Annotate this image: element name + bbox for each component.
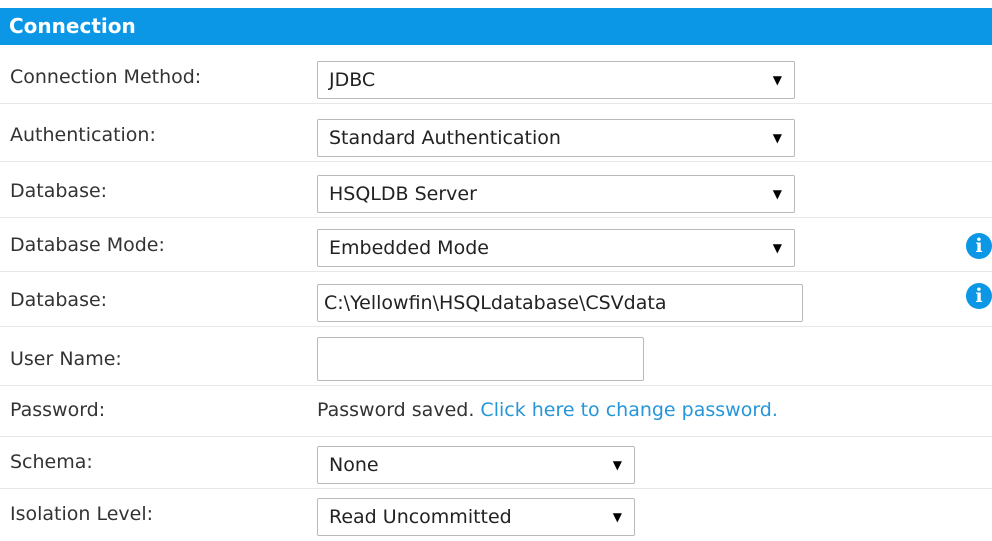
connection-method-label: Connection Method: <box>10 66 202 88</box>
database-path-input[interactable]: C:\Yellowfin\HSQLdatabase\CSVdata <box>317 284 803 322</box>
change-password-link[interactable]: Click here to change password. <box>480 399 778 421</box>
database-mode-row: Database Mode: Embedded Mode ▼ i <box>0 220 992 272</box>
authentication-select[interactable]: Standard Authentication ▼ <box>317 119 795 157</box>
user-name-row: User Name: <box>0 334 992 386</box>
dropdown-arrow-icon: ▼ <box>772 73 782 87</box>
schema-row: Schema: None ▼ <box>0 437 992 489</box>
database-mode-value: Embedded Mode <box>329 237 489 259</box>
authentication-label: Authentication: <box>10 124 156 146</box>
info-icon[interactable]: i <box>966 283 992 309</box>
user-name-label: User Name: <box>10 348 122 370</box>
info-icon[interactable]: i <box>966 233 992 259</box>
database-row: Database: HSQLDB Server ▼ <box>0 166 992 218</box>
dropdown-arrow-icon: ▼ <box>772 131 782 145</box>
schema-value: None <box>329 454 379 476</box>
dropdown-arrow-icon: ▼ <box>772 187 782 201</box>
password-status: Password saved. Click here to change pas… <box>317 385 778 436</box>
authentication-value: Standard Authentication <box>329 127 561 149</box>
password-saved-text: Password saved. <box>317 399 475 421</box>
connection-method-select[interactable]: JDBC ▼ <box>317 61 795 99</box>
password-row: Password: Password saved. Click here to … <box>0 385 992 437</box>
isolation-level-value: Read Uncommitted <box>329 506 512 528</box>
connection-section-header: Connection <box>0 8 992 45</box>
database-mode-select[interactable]: Embedded Mode ▼ <box>317 229 795 267</box>
database-mode-label: Database Mode: <box>10 234 165 256</box>
database-path-value: C:\Yellowfin\HSQLdatabase\CSVdata <box>324 292 667 314</box>
dropdown-arrow-icon: ▼ <box>772 241 782 255</box>
isolation-level-row: Isolation Level: Read Uncommitted ▼ <box>0 489 992 541</box>
schema-label: Schema: <box>10 451 93 473</box>
database-path-label: Database: <box>10 289 108 311</box>
database-label: Database: <box>10 180 108 202</box>
authentication-row: Authentication: Standard Authentication … <box>0 110 992 162</box>
connection-method-row: Connection Method: JDBC ▼ <box>0 52 992 104</box>
dropdown-arrow-icon: ▼ <box>612 510 622 524</box>
schema-select[interactable]: None ▼ <box>317 446 635 484</box>
database-select[interactable]: HSQLDB Server ▼ <box>317 175 795 213</box>
isolation-level-select[interactable]: Read Uncommitted ▼ <box>317 498 635 536</box>
dropdown-arrow-icon: ▼ <box>612 458 622 472</box>
isolation-level-label: Isolation Level: <box>10 503 154 525</box>
password-label: Password: <box>10 399 106 421</box>
database-value: HSQLDB Server <box>329 183 477 205</box>
connection-method-value: JDBC <box>329 69 376 91</box>
user-name-input[interactable] <box>317 337 644 381</box>
database-path-row: Database: C:\Yellowfin\HSQLdatabase\CSVd… <box>0 275 992 327</box>
